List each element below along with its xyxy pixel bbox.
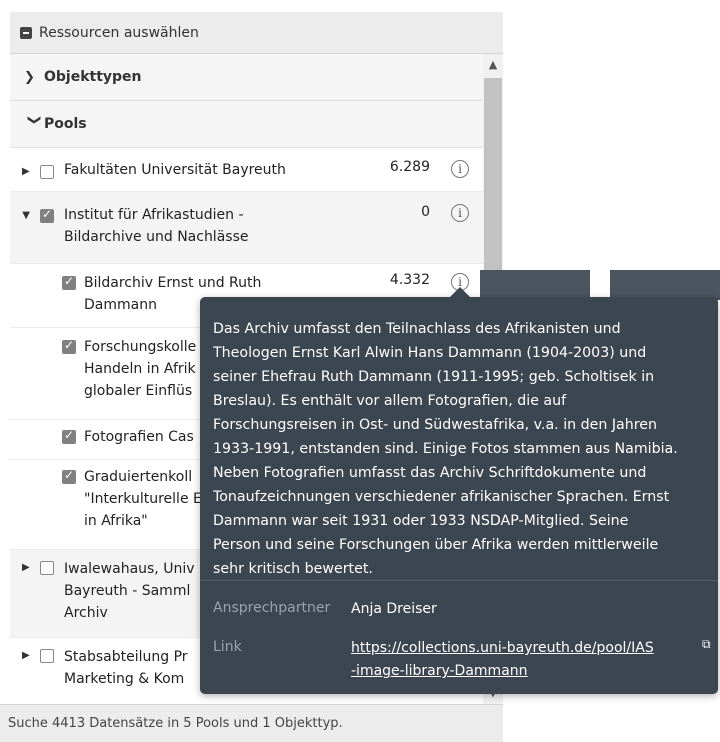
checkbox[interactable] bbox=[62, 468, 76, 484]
pool-name: Graduiertenkoll "Interkulturelle Ein Afri… bbox=[84, 469, 202, 529]
checkbox[interactable] bbox=[62, 338, 76, 354]
scroll-up-icon[interactable]: ▲ bbox=[483, 54, 503, 76]
panel-header[interactable]: Ressourcen auswählen bbox=[10, 12, 503, 54]
pool-name: Iwalewahaus, Univ Bayreuth - Samml Archiv bbox=[64, 561, 195, 621]
checkbox[interactable] bbox=[40, 207, 54, 223]
expand-triangle-icon[interactable]: ▶ bbox=[22, 650, 30, 661]
section-pools[interactable]: ❯ Pools bbox=[10, 101, 483, 148]
pool-count: 4.332 bbox=[389, 272, 430, 288]
pool-name: Fakultäten Universität Bayreuth bbox=[64, 162, 286, 178]
background-cards bbox=[480, 270, 720, 300]
info-tooltip: Das Archiv umfasst den Teilnachlass des … bbox=[200, 287, 718, 694]
pool-name: Institut für Afrikastudien - Bildarchive … bbox=[64, 207, 249, 245]
expand-triangle-icon[interactable]: ▶ bbox=[22, 166, 30, 177]
section-label: Pools bbox=[44, 116, 87, 132]
tooltip-divider bbox=[200, 580, 718, 581]
checkbox[interactable] bbox=[62, 428, 76, 444]
tooltip-description: Das Archiv umfasst den Teilnachlass des … bbox=[213, 321, 678, 577]
contact-value: Anja Dreiser bbox=[351, 601, 437, 617]
collapse-triangle-icon[interactable]: ▶ bbox=[20, 212, 31, 220]
expand-triangle-icon[interactable]: ▶ bbox=[22, 562, 30, 573]
panel-title: Ressourcen auswählen bbox=[39, 24, 199, 41]
status-bar: Suche 4413 Datensätze in 5 Pools und 1 O… bbox=[0, 704, 503, 742]
contact-label: Ansprechpartner bbox=[213, 600, 331, 616]
pool-name: Forschungskolle Handeln in Afrik globaler … bbox=[84, 339, 197, 399]
pool-count: 0 bbox=[421, 204, 430, 220]
checkbox[interactable] bbox=[62, 274, 76, 290]
pool-link[interactable]: https://collections.uni-bayreuth.de/pool… bbox=[351, 637, 691, 683]
collapse-square-icon[interactable] bbox=[20, 26, 32, 39]
tooltip-arrow bbox=[450, 287, 470, 297]
chevron-right-icon: ❯ bbox=[24, 69, 35, 85]
pool-name: Fotografien Cas bbox=[84, 429, 194, 445]
list-item[interactable]: ▶ Institut für Afrikastudien -Bildarchiv… bbox=[10, 192, 483, 264]
checkbox[interactable] bbox=[40, 649, 54, 663]
pool-count: 6.289 bbox=[389, 159, 430, 175]
section-label: Objekttypen bbox=[44, 69, 142, 85]
checkbox[interactable] bbox=[40, 165, 54, 179]
checkbox[interactable] bbox=[40, 561, 54, 575]
external-link-icon[interactable]: ⧉ bbox=[702, 637, 711, 652]
section-objekttypen[interactable]: ❯ Objekttypen bbox=[10, 54, 483, 101]
info-icon[interactable]: i bbox=[451, 204, 469, 222]
link-label: Link bbox=[213, 639, 242, 655]
chevron-down-icon: ❯ bbox=[26, 114, 42, 125]
list-item[interactable]: ▶ Fakultäten Universität Bayreuth 6.289 … bbox=[10, 148, 483, 192]
pool-name: Stabsabteilung Pr Marketing & Kom bbox=[64, 649, 188, 687]
info-icon[interactable]: i bbox=[451, 160, 469, 178]
